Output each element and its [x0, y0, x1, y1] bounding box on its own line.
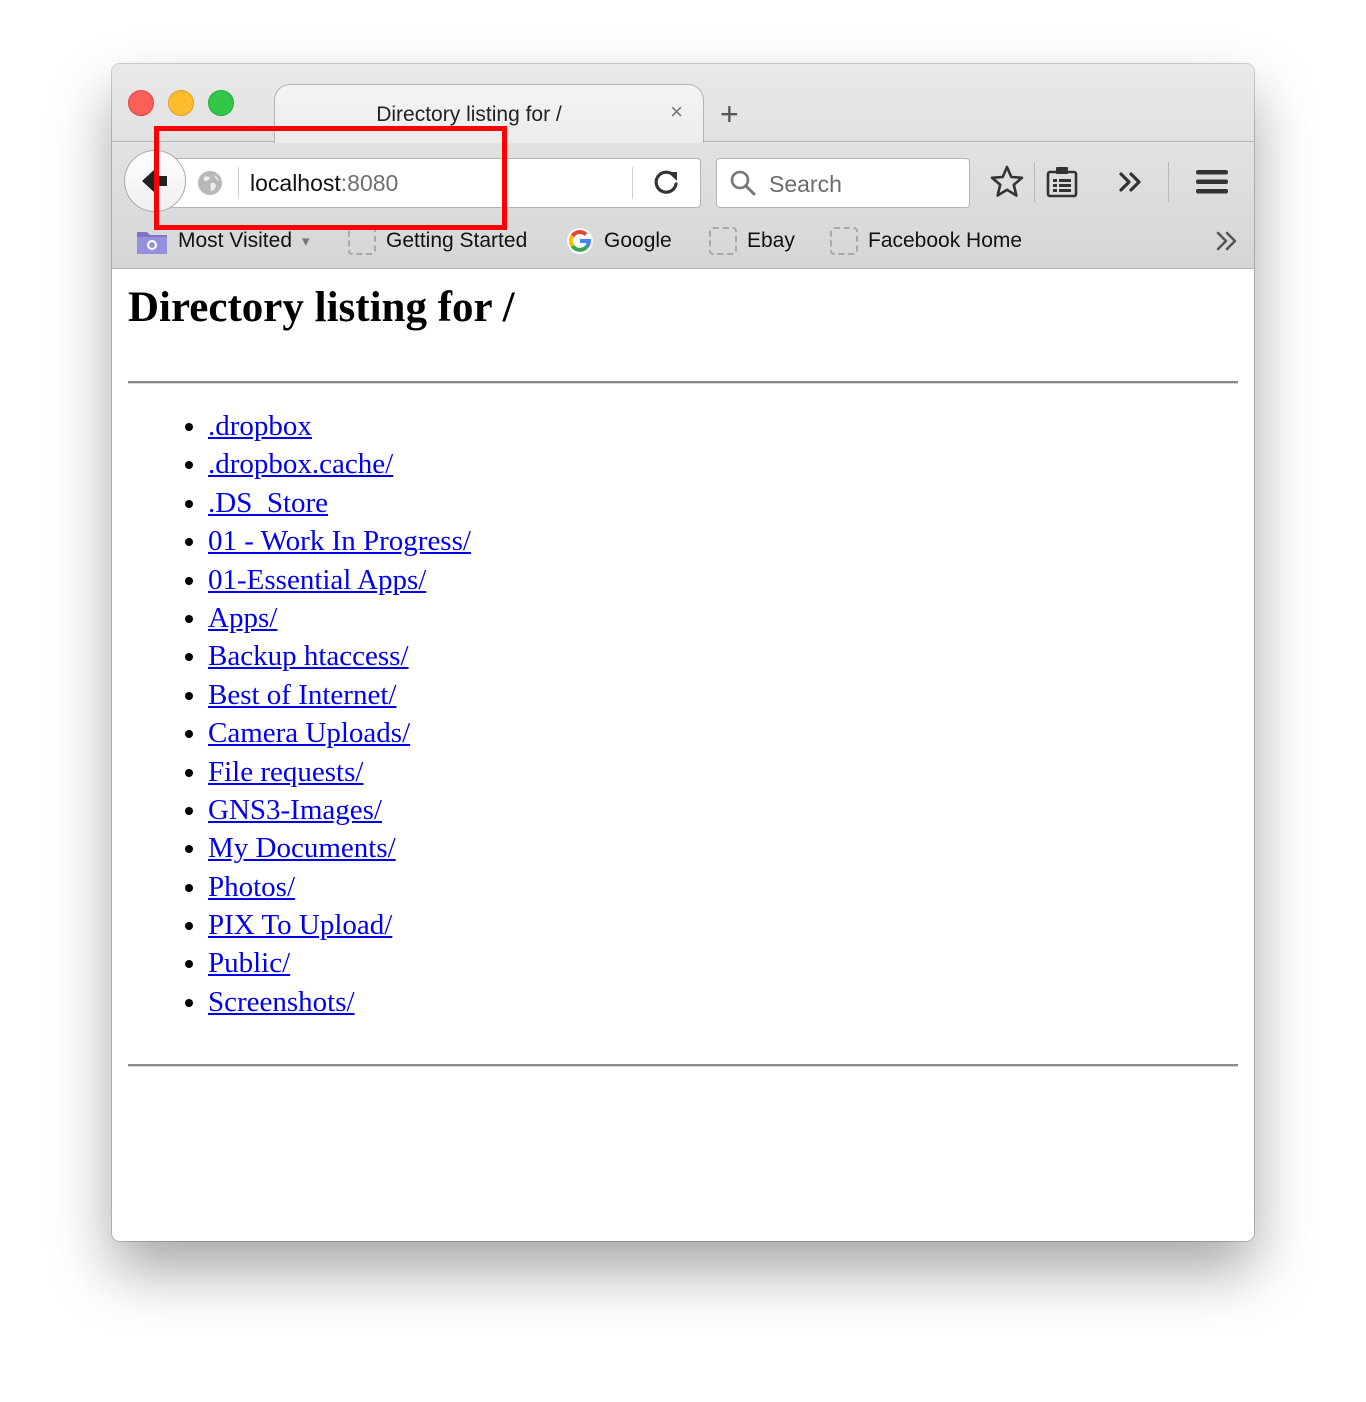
bookmark-label: Facebook Home — [868, 229, 1023, 252]
page-title: Directory listing for / — [128, 284, 515, 331]
tab-title: Directory listing for / — [376, 103, 562, 126]
navigation-toolbar: localhost:8080 Search — [112, 142, 1254, 212]
tab-close-icon[interactable]: × — [670, 99, 683, 125]
globe-icon — [198, 171, 222, 195]
close-window-button[interactable] — [128, 90, 154, 116]
list-item: Apps/ — [208, 599, 471, 637]
bookmark-placeholder-icon — [830, 227, 858, 255]
bookmark-ebay[interactable]: Ebay — [709, 224, 795, 258]
tab-strip: Directory listing for / × + — [112, 64, 1254, 143]
search-placeholder: Search — [769, 171, 842, 197]
url-text[interactable]: localhost:8080 — [250, 170, 398, 197]
bookmark-placeholder-icon — [709, 227, 737, 255]
directory-entry-link[interactable]: Public/ — [208, 947, 290, 979]
list-item: .dropbox — [208, 407, 471, 445]
bookmark-getting-started[interactable]: Getting Started — [348, 224, 527, 258]
directory-entry-link[interactable]: Camera Uploads/ — [208, 717, 410, 749]
horizontal-rule — [128, 381, 1238, 384]
bookmarks-overflow-icon[interactable] — [1214, 230, 1242, 252]
page-content: Directory listing for / .dropbox.dropbox… — [112, 269, 1254, 1241]
list-item: Backup htaccess/ — [208, 637, 471, 675]
url-separator — [238, 167, 239, 199]
browser-window: Directory listing for / × + localhost:80… — [112, 64, 1254, 1241]
google-icon — [567, 228, 593, 254]
tab-directory-listing[interactable]: Directory listing for / × — [274, 84, 704, 143]
zoom-window-button[interactable] — [208, 90, 234, 116]
toolbar-separator — [1034, 162, 1035, 202]
list-item: .dropbox.cache/ — [208, 445, 471, 483]
directory-entry-link[interactable]: .dropbox — [208, 410, 312, 442]
list-item: My Documents/ — [208, 829, 471, 867]
bookmark-label: Ebay — [747, 229, 795, 252]
new-tab-button[interactable]: + — [720, 94, 739, 134]
browser-chrome: Directory listing for / × + localhost:80… — [112, 64, 1254, 269]
list-item: GNS3-Images/ — [208, 791, 471, 829]
directory-entry-link[interactable]: My Documents/ — [208, 832, 396, 864]
list-item: File requests/ — [208, 753, 471, 791]
back-button[interactable] — [124, 150, 186, 212]
directory-entry-link[interactable]: GNS3-Images/ — [208, 794, 382, 826]
hamburger-menu-icon[interactable] — [1194, 164, 1230, 200]
directory-entry-link[interactable]: .dropbox.cache/ — [208, 448, 393, 480]
bookmark-star-icon[interactable] — [989, 164, 1025, 200]
reload-icon[interactable] — [650, 167, 682, 199]
bookmark-label: Getting Started — [386, 229, 528, 252]
horizontal-rule — [128, 1064, 1238, 1067]
url-separator-right — [632, 167, 633, 199]
directory-entry-link[interactable]: 01-Essential Apps/ — [208, 564, 426, 596]
folder-gear-icon — [137, 232, 167, 254]
bookmark-google[interactable]: Google — [566, 224, 672, 258]
directory-entry-link[interactable]: Screenshots/ — [208, 986, 355, 1018]
url-host: localhost — [250, 170, 341, 196]
search-icon — [730, 170, 756, 196]
directory-entry-link[interactable]: 01 - Work In Progress/ — [208, 525, 471, 557]
search-bar[interactable]: Search — [716, 158, 970, 208]
bookmark-label: Google — [604, 229, 672, 252]
list-item: Best of Internet/ — [208, 676, 471, 714]
list-item: Camera Uploads/ — [208, 714, 471, 752]
list-item: 01-Essential Apps/ — [208, 561, 471, 599]
list-item: Screenshots/ — [208, 983, 471, 1021]
toolbar-separator — [1168, 162, 1169, 202]
list-item: Public/ — [208, 944, 471, 982]
url-bar[interactable]: localhost:8080 — [172, 158, 701, 208]
list-item: 01 - Work In Progress/ — [208, 522, 471, 560]
directory-entry-link[interactable]: Backup htaccess/ — [208, 640, 409, 672]
directory-entry-link[interactable]: Best of Internet/ — [208, 679, 396, 711]
url-port: :8080 — [340, 170, 399, 196]
bookmark-most-visited[interactable]: Most Visited ▾ — [136, 224, 310, 258]
minimize-window-button[interactable] — [168, 90, 194, 116]
directory-entry-link[interactable]: PIX To Upload/ — [208, 909, 392, 941]
reading-list-icon[interactable] — [1044, 164, 1080, 200]
directory-entry-link[interactable]: Photos/ — [208, 871, 295, 903]
directory-entry-link[interactable]: .DS_Store — [208, 487, 328, 519]
overflow-chevron-icon[interactable] — [1114, 164, 1150, 200]
directory-list: .dropbox .dropbox.cache/ .DS_Store 01 - Wor… — [178, 407, 471, 1021]
list-item: Photos/ — [208, 868, 471, 906]
list-item: .DS_Store — [208, 484, 471, 522]
bookmark-placeholder-icon — [348, 227, 376, 255]
bookmark-label: Most Visited — [178, 229, 292, 252]
dropdown-arrow-icon: ▾ — [302, 233, 310, 250]
bookmarks-toolbar: Most Visited ▾ Getting Started Google Eb… — [112, 212, 1254, 268]
directory-entry-link[interactable]: File requests/ — [208, 756, 363, 788]
directory-entry-link[interactable]: Apps/ — [208, 602, 277, 634]
bookmark-facebook-home[interactable]: Facebook Home — [830, 224, 1022, 258]
back-arrow-icon — [142, 169, 167, 193]
list-item: PIX To Upload/ — [208, 906, 471, 944]
